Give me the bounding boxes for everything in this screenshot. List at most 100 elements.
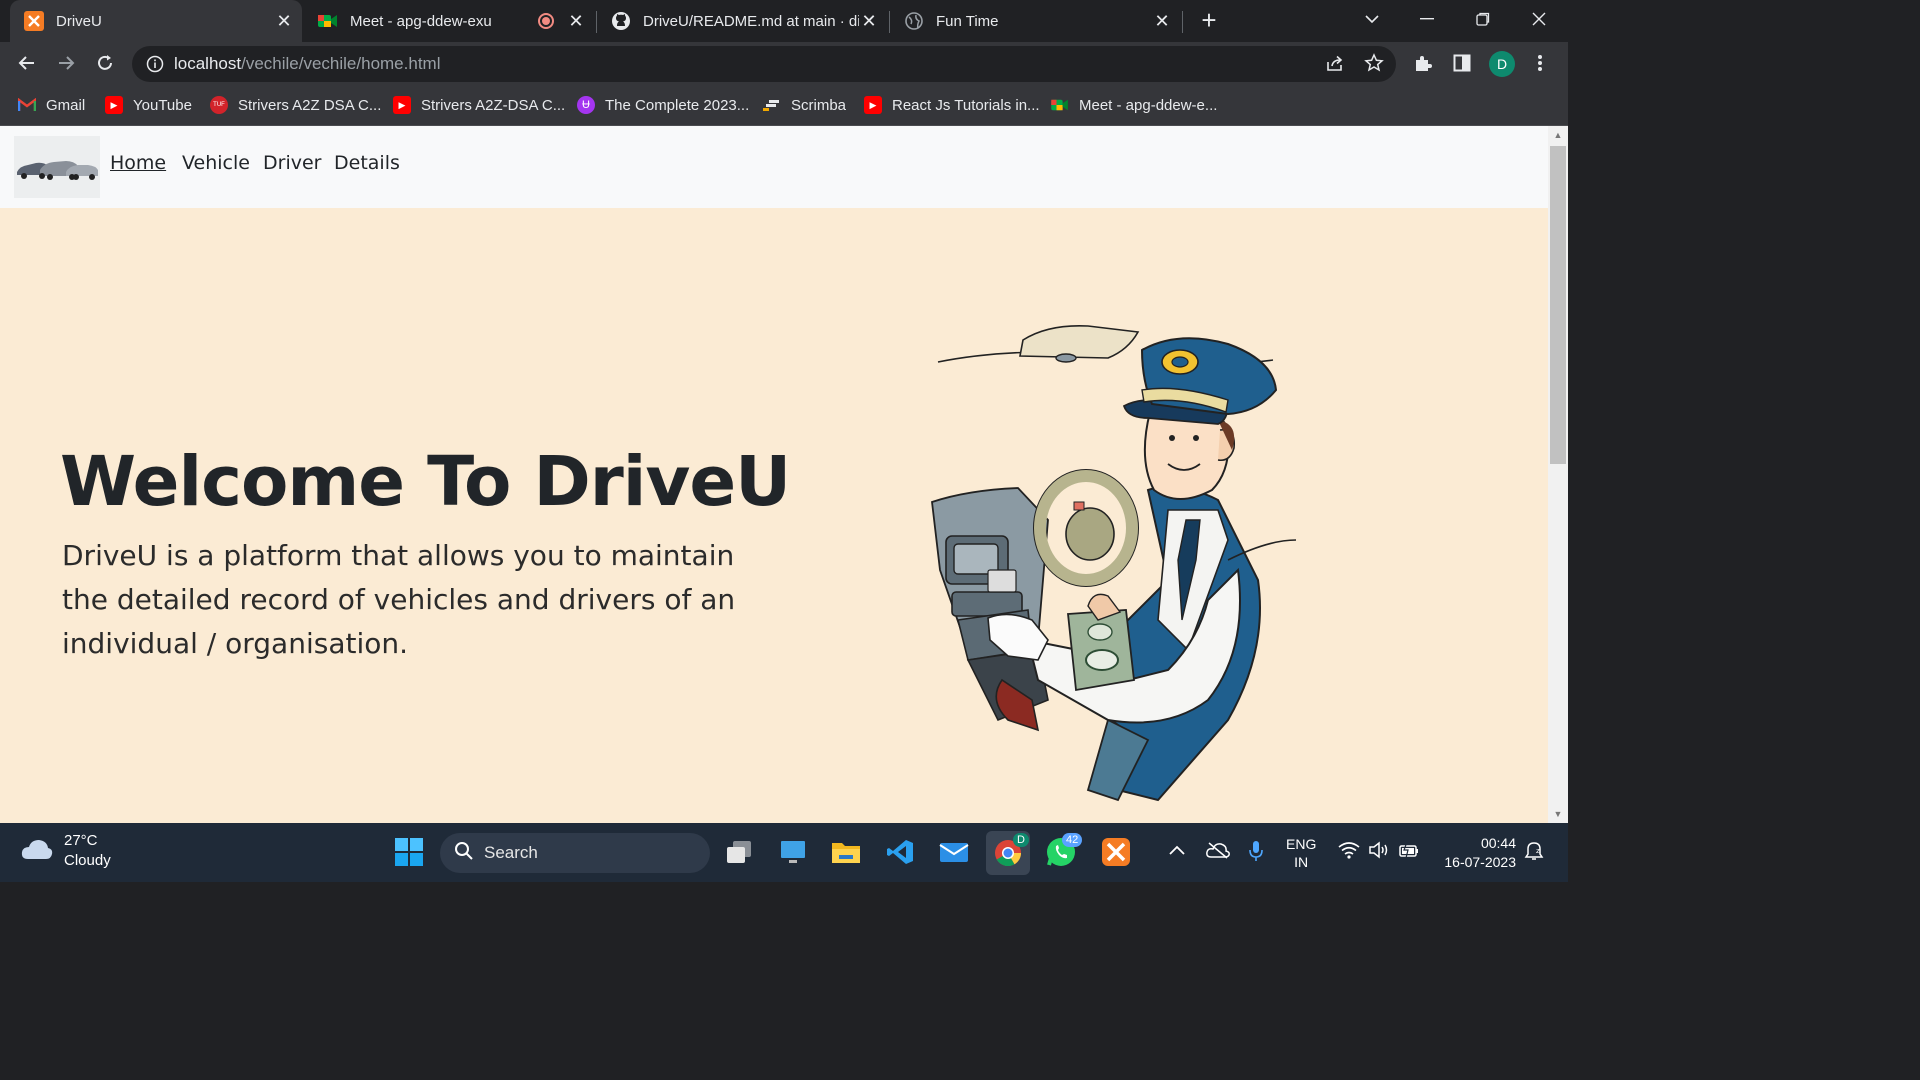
tab-github[interactable]: DriveU/README.md at main · div ✕ [597,0,887,42]
page-content: Home Vehicle Driver Details Welcome To D… [0,126,1548,823]
battery-icon[interactable] [1398,841,1420,862]
nav-home-link[interactable]: Home [110,152,166,174]
bookmark-react-tutorials[interactable]: ▶ React Js Tutorials in... [864,94,1040,116]
xampp-icon[interactable] [1099,835,1133,869]
restore-button[interactable] [1457,0,1509,38]
close-icon[interactable]: ✕ [566,11,586,31]
close-window-button[interactable] [1513,0,1565,38]
nav-details-link[interactable]: Details [334,152,400,174]
youtube-icon: ▶ [393,96,411,114]
profile-avatar[interactable]: D [1489,51,1515,77]
github-icon [611,11,631,31]
tab-title: DriveU/README.md at main · div [643,12,859,30]
tab-fun-time[interactable]: Fun Time ✕ [890,0,1180,42]
bookmark-label: The Complete 2023... [605,96,750,114]
extensions-icon[interactable] [1412,52,1434,74]
address-bar[interactable]: localhost/vechile/vechile/home.html [132,46,1396,82]
bookmark-label: React Js Tutorials in... [892,96,1040,114]
minimize-button[interactable] [1401,0,1453,38]
region-code: IN [1294,854,1309,870]
bookmark-strivers-2[interactable]: ▶ Strivers A2Z-DSA C... [393,94,565,116]
clock-time: 00:44 [1480,835,1516,851]
weather-description: Cloudy [64,852,111,869]
microphone-icon[interactable] [1248,839,1264,866]
globe-icon [904,11,924,31]
whatsapp-unread-badge: 42 [1062,833,1083,847]
recording-icon [538,13,554,29]
bookmark-gmail[interactable]: Gmail [18,94,85,116]
bookmark-label: Strivers A2Z-DSA C... [421,96,566,114]
windows-start-icon[interactable] [392,835,426,869]
bookmark-udemy[interactable]: Ʉ The Complete 2023... [577,94,749,116]
url-host: localhost [174,54,242,73]
tab-strip: DriveU ✕ Meet - apg-ddew-exu ✕ DriveU/RE… [0,0,1568,42]
site-info-icon[interactable] [146,55,164,73]
hero-description: DriveU is a platform that allows you to … [62,539,736,660]
tab-separator [1182,11,1183,33]
meet-icon [1051,96,1069,114]
xampp-icon [24,11,44,31]
url-text: localhost/vechile/vechile/home.html [174,54,440,74]
back-arrow-icon[interactable] [14,50,40,76]
bookmark-label: Strivers A2Z DSA C... [238,96,382,114]
onedrive-offline-icon[interactable] [1206,841,1230,862]
gmail-icon [18,96,36,114]
task-view-icon[interactable] [722,835,756,869]
page-scrollbar[interactable]: ▲ ▼ [1548,126,1568,823]
meet-icon [318,11,338,31]
tab-driveu[interactable]: DriveU ✕ [10,0,302,42]
language-indicator[interactable]: ENG IN [1286,835,1316,871]
bookmark-youtube[interactable]: ▶ YouTube [105,94,192,116]
bookmark-strivers-1[interactable]: TUF Strivers A2Z DSA C... [210,94,381,116]
bookmark-label: Gmail [46,96,86,114]
show-hidden-icons-chevron-icon[interactable] [1168,843,1186,859]
hero-title: Welcome To DriveU [60,442,791,522]
scroll-down-arrow-icon[interactable]: ▼ [1548,805,1568,823]
clock[interactable]: 00:44 16-07-2023 [1432,834,1516,872]
close-icon[interactable]: ✕ [274,11,294,31]
scrollbar-thumb[interactable] [1550,146,1566,464]
site-navbar: Home Vehicle Driver Details [0,126,1548,208]
tab-title: Meet - apg-ddew-exu [350,12,492,30]
bookmark-label: YouTube [133,96,192,114]
new-tab-button[interactable]: + [1196,7,1222,34]
taskbar-search[interactable]: Search [440,833,710,873]
scrimba-icon [763,96,781,114]
scroll-up-arrow-icon[interactable]: ▲ [1548,126,1568,144]
driver-illustration [931,324,1297,802]
bookmark-scrimba[interactable]: Scrimba [763,94,846,116]
mail-icon[interactable] [937,835,971,869]
tab-search-icon[interactable] [1346,0,1398,38]
menu-icon[interactable] [1529,52,1551,74]
bookmark-star-icon[interactable] [1363,52,1385,74]
volume-icon[interactable] [1368,841,1390,862]
url-path: /vechile/vechile/home.html [241,54,441,73]
tab-title: Fun Time [936,12,999,30]
vscode-icon[interactable] [883,835,917,869]
browser-toolbar: localhost/vechile/vechile/home.html [0,42,1568,84]
weather-widget[interactable]: 27°C Cloudy [20,831,111,871]
close-icon[interactable]: ✕ [1152,11,1172,31]
youtube-icon: ▶ [864,96,882,114]
bookmark-meet[interactable]: Meet - apg-ddew-e... [1051,94,1217,116]
chrome-profile-badge: D [1013,833,1029,847]
search-icon [454,841,474,866]
cloud-icon [20,837,54,866]
forward-arrow-icon[interactable] [53,50,79,76]
file-explorer-icon[interactable] [829,835,863,869]
close-icon[interactable]: ✕ [859,11,879,31]
side-panel-icon[interactable] [1451,52,1473,74]
reload-icon[interactable] [92,50,118,76]
desktop-app-icon[interactable] [776,835,810,869]
nav-driver-link[interactable]: Driver [263,152,321,174]
share-icon[interactable] [1324,52,1346,74]
notifications-icon[interactable]: z [1524,841,1544,864]
tab-meet[interactable]: Meet - apg-ddew-exu ✕ [304,0,594,42]
tab-title: DriveU [56,12,102,30]
udemy-icon: Ʉ [577,96,595,114]
nav-vehicle-link[interactable]: Vehicle [182,152,250,174]
bookmarks-bar: Gmail ▶ YouTube TUF Strivers A2Z DSA C..… [0,84,1568,126]
windows-taskbar: 27°C Cloudy Search D 42 ENG IN 00:44 16-… [0,823,1568,882]
site-logo[interactable] [14,136,100,198]
wifi-icon[interactable] [1338,841,1360,862]
